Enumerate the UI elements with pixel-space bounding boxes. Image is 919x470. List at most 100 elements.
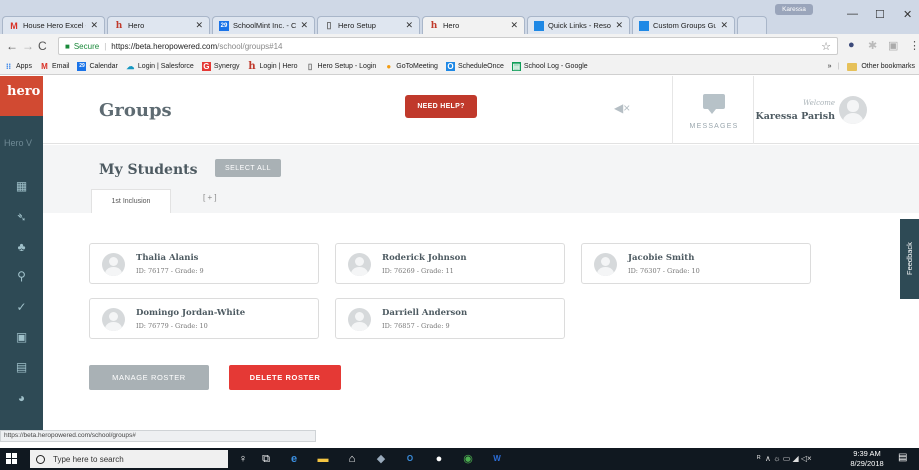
- select-all-button[interactable]: SELECT ALL: [215, 159, 281, 177]
- close-icon[interactable]: ✕: [510, 20, 518, 31]
- sheets-icon: ▤: [511, 61, 521, 71]
- extension-icon[interactable]: ●: [848, 39, 855, 51]
- notification-icon[interactable]: ▤: [898, 452, 912, 465]
- users-icon[interactable]: ♣: [0, 240, 43, 254]
- minimize-icon[interactable]: —: [847, 8, 858, 20]
- close-icon[interactable]: ✕: [90, 20, 98, 31]
- new-tab-button[interactable]: [737, 16, 767, 34]
- avatar[interactable]: [839, 96, 867, 124]
- file-explorer-icon[interactable]: ▬: [316, 452, 330, 466]
- url-path: /school/groups#14: [217, 41, 283, 51]
- maximize-icon[interactable]: ☐: [875, 8, 885, 21]
- window-close-icon[interactable]: ✕: [903, 8, 912, 21]
- calendar-icon[interactable]: ▣: [0, 330, 43, 344]
- avatar-head: [847, 100, 859, 112]
- task-view-icon[interactable]: ⧉: [259, 452, 273, 466]
- app-icon[interactable]: ●: [432, 452, 446, 466]
- windows-start-icon[interactable]: [6, 453, 17, 464]
- doc-icon: ▯: [307, 61, 313, 71]
- avatar-head: [354, 256, 365, 266]
- student-card[interactable]: Thalia Alanis ID: 76177 - Grade: 9: [89, 243, 319, 284]
- tab-1st-inclusion[interactable]: 1st Inclusion: [91, 189, 171, 213]
- bookmarks-overflow[interactable]: »: [828, 63, 832, 70]
- back-arrow-icon[interactable]: ←: [6, 39, 18, 53]
- bookmark-salesforce[interactable]: ☁ Login | Salesforce: [126, 62, 193, 71]
- feedback-tab[interactable]: Feedback: [900, 219, 919, 299]
- manage-roster-button[interactable]: MANAGE ROSTER: [89, 365, 209, 390]
- report-icon[interactable]: ▤: [0, 360, 43, 374]
- close-icon[interactable]: ✕: [720, 20, 728, 31]
- close-icon[interactable]: ✕: [195, 20, 203, 31]
- browser-tab[interactable]: Custom Groups Gu ✕: [632, 16, 735, 34]
- profile-badge[interactable]: Karessa: [775, 4, 813, 15]
- student-card[interactable]: Roderick Johnson ID: 76269 - Grade: 11: [335, 243, 565, 284]
- hero-h-icon: h: [430, 20, 438, 31]
- calendar-icon: 29: [77, 61, 87, 71]
- browser-tab-active[interactable]: h Hero ✕: [422, 16, 525, 34]
- delete-roster-button[interactable]: DELETE ROSTER: [229, 365, 341, 390]
- microphone-icon[interactable]: ♀: [236, 452, 250, 466]
- close-icon[interactable]: ✕: [300, 20, 308, 31]
- student-card[interactable]: Domingo Jordan-White ID: 76779 - Grade: …: [89, 298, 319, 339]
- store-icon[interactable]: ⌂: [345, 452, 359, 466]
- avatar: [348, 308, 371, 331]
- app-icon[interactable]: ◆: [374, 452, 388, 466]
- bookmark-hero-setup[interactable]: ▯ Hero Setup - Login: [306, 61, 376, 71]
- mute-icon[interactable]: ◀×: [614, 101, 630, 115]
- star-icon[interactable]: ☆: [821, 40, 831, 53]
- messages-button[interactable]: MESSAGES: [672, 76, 754, 144]
- bookmark-apps[interactable]: ⁝⁝ Apps: [4, 62, 32, 71]
- browser-tab[interactable]: M House Hero Excel - ✕: [2, 16, 105, 34]
- hero-logo[interactable]: hero: [0, 76, 43, 116]
- user-name[interactable]: Karessa Parish: [733, 111, 835, 122]
- check-icon[interactable]: ✓: [0, 300, 43, 314]
- bookmarks-divider: |: [837, 63, 840, 70]
- browser-tab[interactable]: 29 SchoolMint Inc. - C ✕: [212, 16, 315, 34]
- close-icon[interactable]: ✕: [405, 20, 413, 31]
- bookmark-scheduleonce[interactable]: O ScheduleOnce: [445, 61, 504, 71]
- student-card[interactable]: Jacobie Smith ID: 76307 - Grade: 10: [581, 243, 811, 284]
- bookmark-login-hero[interactable]: h Login | Hero: [248, 61, 297, 71]
- system-clock[interactable]: 9:39 AM 8/29/2018: [842, 449, 892, 469]
- forward-arrow-icon[interactable]: →: [22, 39, 34, 53]
- bookmark-school-log[interactable]: ▤ School Log - Google: [511, 61, 588, 71]
- browser-tab[interactable]: h Hero ✕: [107, 16, 210, 34]
- reload-icon[interactable]: C: [38, 39, 47, 53]
- student-info: ID: 76177 - Grade: 9: [136, 267, 204, 275]
- pie-chart-icon[interactable]: ◕: [0, 391, 43, 405]
- menu-dots-icon[interactable]: ⋮: [909, 39, 919, 52]
- edge-icon[interactable]: e: [287, 452, 301, 466]
- word-icon[interactable]: W: [490, 452, 504, 466]
- bookmark-email[interactable]: M Email: [40, 62, 69, 71]
- system-tray-icons[interactable]: ᴿ ∧ ☼ ▭ ◢ ◁×: [757, 454, 812, 463]
- message-icon: [703, 94, 725, 114]
- award-icon[interactable]: ➴: [0, 210, 43, 224]
- dashboard-icon[interactable]: ▦: [0, 179, 43, 193]
- bookmark-calendar[interactable]: 29 Calendar: [77, 61, 118, 71]
- bookmark-synergy[interactable]: G Synergy: [201, 61, 240, 71]
- bookmark-gotomeeting[interactable]: ● GoToMeeting: [384, 62, 438, 71]
- student-card[interactable]: Darriell Anderson ID: 76857 - Grade: 9: [335, 298, 565, 339]
- need-help-button[interactable]: NEED HELP?: [405, 95, 477, 118]
- chrome-icon[interactable]: ◉: [461, 452, 475, 466]
- url-separator: |: [104, 41, 107, 51]
- browser-tab[interactable]: ▯ Hero Setup ✕: [317, 16, 420, 34]
- extension-icon[interactable]: ✱: [868, 39, 877, 52]
- student-info: ID: 76857 - Grade: 9: [382, 322, 450, 330]
- search-icon[interactable]: ⚲: [0, 269, 43, 283]
- messages-label: MESSAGES: [689, 123, 739, 130]
- student-name: Jacobie Smith: [628, 253, 695, 263]
- student-name: Domingo Jordan-White: [136, 308, 246, 318]
- bookmarks-right: » | Other bookmarks: [828, 58, 915, 75]
- other-bookmarks[interactable]: Other bookmarks: [861, 63, 915, 70]
- close-icon[interactable]: ✕: [615, 20, 623, 31]
- avatar-body: [351, 321, 368, 331]
- url-bar[interactable]: ■ Secure | https://beta.heropowered.com /…: [58, 37, 838, 55]
- browser-tab[interactable]: Quick Links - Resou ✕: [527, 16, 630, 34]
- outlook-icon[interactable]: O: [403, 452, 417, 466]
- synergy-icon: G: [201, 61, 211, 71]
- extension-icon[interactable]: ▣: [888, 39, 898, 52]
- taskbar-search[interactable]: Type here to search: [30, 450, 228, 468]
- student-info: ID: 76307 - Grade: 10: [628, 267, 700, 275]
- add-group-tab[interactable]: [ + ]: [203, 193, 217, 202]
